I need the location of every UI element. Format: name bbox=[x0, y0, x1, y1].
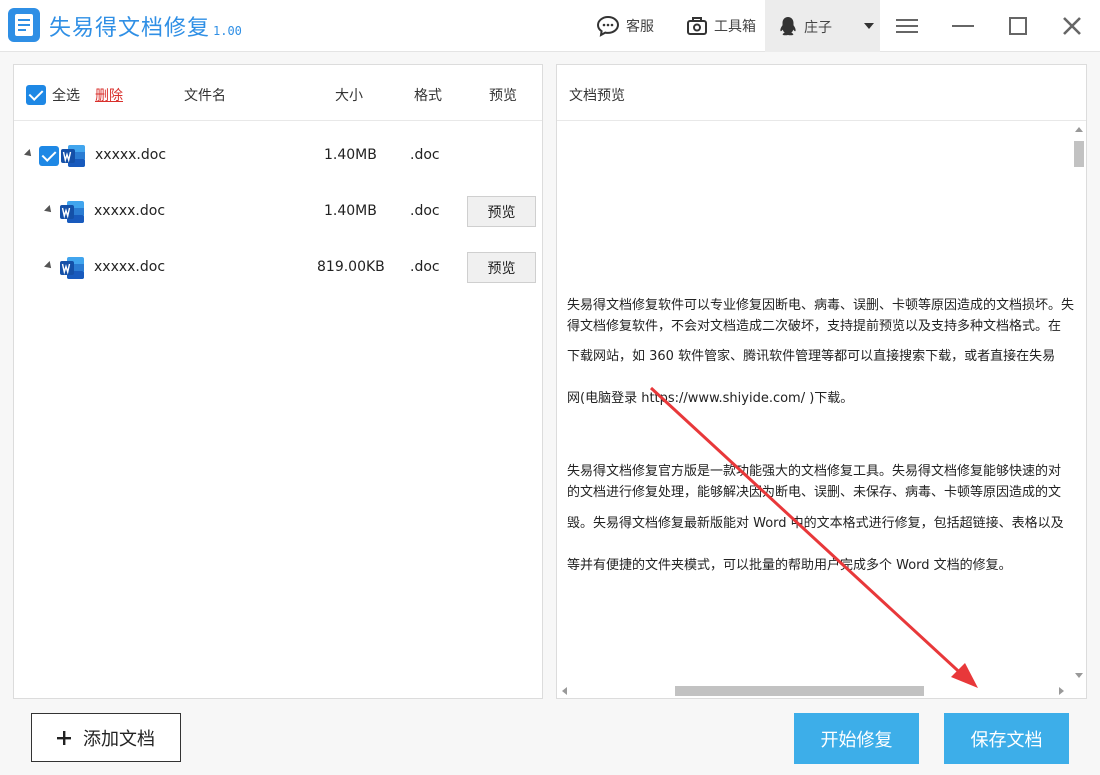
file-name: xxxxx.doc bbox=[95, 147, 167, 163]
column-header-format: 格式 bbox=[414, 88, 442, 104]
delete-link[interactable]: 删除 bbox=[95, 85, 123, 105]
collapse-triangle-icon[interactable] bbox=[44, 205, 54, 215]
toolbox-icon bbox=[687, 17, 707, 35]
preview-button[interactable]: 预览 bbox=[467, 196, 536, 227]
title-bar: 失易得文档修复 1.00 客服 工具箱 庄子 bbox=[0, 0, 1100, 52]
file-name: xxxxx.doc bbox=[94, 203, 166, 219]
select-all-label[interactable]: 全选 bbox=[52, 85, 80, 105]
preview-text-line: 下载网站，如 360 软件管家、腾讯软件管理等都可以直接搜索下载，或者直接在失易 bbox=[567, 349, 1056, 364]
vertical-scroll-thumb[interactable] bbox=[1074, 141, 1084, 167]
file-format: .doc bbox=[410, 259, 440, 275]
save-document-button[interactable]: 保存文档 bbox=[944, 713, 1069, 764]
word-doc-icon bbox=[61, 145, 85, 167]
document-preview-panel: 文档预览 失易得文档修复软件可以专业修复因断电、病毒、误删、卡顿等原因造成的文档… bbox=[556, 64, 1087, 699]
preview-text-line: 的文档进行修复处理，能够解决因为断电、误删、未保存、病毒、卡顿等原因造成的文 bbox=[567, 485, 1062, 500]
file-list-header: 全选 删除 文件名 大小 格式 预览 bbox=[14, 65, 542, 121]
file-size: 1.40MB bbox=[324, 203, 377, 219]
file-format: .doc bbox=[410, 203, 440, 219]
scroll-up-arrow-icon[interactable] bbox=[1075, 127, 1083, 132]
preview-text-line: 得文档修复软件，不会对文档造成二次破坏，支持提前预览以及支持多种文档格式。在 bbox=[567, 319, 1062, 334]
row-checkbox[interactable] bbox=[39, 146, 59, 166]
app-title: 失易得文档修复 bbox=[49, 16, 211, 41]
collapse-triangle-icon[interactable] bbox=[24, 149, 34, 159]
file-format: .doc bbox=[410, 147, 440, 163]
preview-header: 文档预览 bbox=[557, 65, 1086, 121]
start-repair-button[interactable]: 开始修复 bbox=[794, 713, 919, 764]
collapse-triangle-icon[interactable] bbox=[44, 261, 54, 271]
column-header-size: 大小 bbox=[335, 88, 363, 104]
qq-penguin-icon bbox=[780, 17, 796, 36]
preview-text-line: 失易得文档修复官方版是一款功能强大的文档修复工具。失易得文档修复能够快速的对 bbox=[567, 464, 1062, 479]
word-doc-icon bbox=[60, 257, 84, 279]
select-all-checkbox[interactable] bbox=[26, 85, 46, 105]
file-size: 819.00KB bbox=[317, 259, 385, 275]
horizontal-scroll-thumb[interactable] bbox=[675, 686, 924, 696]
maximize-icon[interactable] bbox=[1006, 14, 1030, 38]
plus-icon bbox=[57, 730, 71, 745]
app-version: 1.00 bbox=[213, 24, 242, 38]
word-doc-icon bbox=[60, 201, 84, 223]
add-document-button[interactable]: 添加文档 bbox=[31, 713, 181, 762]
scroll-left-arrow-icon[interactable] bbox=[562, 687, 567, 695]
menu-icon[interactable] bbox=[895, 14, 919, 38]
file-list-panel: 全选 删除 文件名 大小 格式 预览 xxxxx.doc 1.40MB .doc bbox=[13, 64, 543, 699]
preview-button[interactable]: 预览 bbox=[467, 252, 536, 283]
scroll-right-arrow-icon[interactable] bbox=[1059, 687, 1064, 695]
vertical-scrollbar[interactable] bbox=[1072, 123, 1086, 683]
preview-text-line: 网(电脑登录 https://www.shiyide.com/ )下载。 bbox=[567, 391, 854, 406]
add-document-label: 添加文档 bbox=[83, 728, 155, 750]
user-name: 庄子 bbox=[804, 20, 832, 36]
column-header-preview: 预览 bbox=[489, 88, 517, 104]
file-name: xxxxx.doc bbox=[94, 259, 166, 275]
close-icon[interactable] bbox=[1060, 14, 1084, 38]
customer-service-button[interactable]: 客服 bbox=[596, 0, 654, 52]
preview-text-line: 等并有便捷的文件夹模式，可以批量的帮助用户完成多个 Word 文档的修复。 bbox=[567, 558, 1012, 573]
preview-text-line: 失易得文档修复软件可以专业修复因断电、病毒、误删、卡顿等原因造成的文档损坏。失 bbox=[567, 298, 1075, 313]
file-size: 1.40MB bbox=[324, 147, 377, 163]
minimize-icon[interactable] bbox=[951, 14, 975, 38]
column-header-name: 文件名 bbox=[184, 88, 226, 104]
scroll-down-arrow-icon[interactable] bbox=[1075, 673, 1083, 678]
chat-icon bbox=[596, 15, 620, 37]
preview-title: 文档预览 bbox=[569, 88, 625, 104]
customer-service-label: 客服 bbox=[626, 19, 654, 35]
toolbox-label: 工具箱 bbox=[714, 19, 756, 35]
toolbox-button[interactable]: 工具箱 bbox=[686, 0, 756, 52]
app-logo-icon bbox=[8, 8, 40, 42]
preview-text-line: 毁。失易得文档修复最新版能对 Word 中的文本格式进行修复，包括超链接、表格以… bbox=[567, 516, 1064, 531]
chevron-down-icon bbox=[864, 23, 874, 29]
user-menu[interactable]: 庄子 bbox=[765, 0, 880, 52]
